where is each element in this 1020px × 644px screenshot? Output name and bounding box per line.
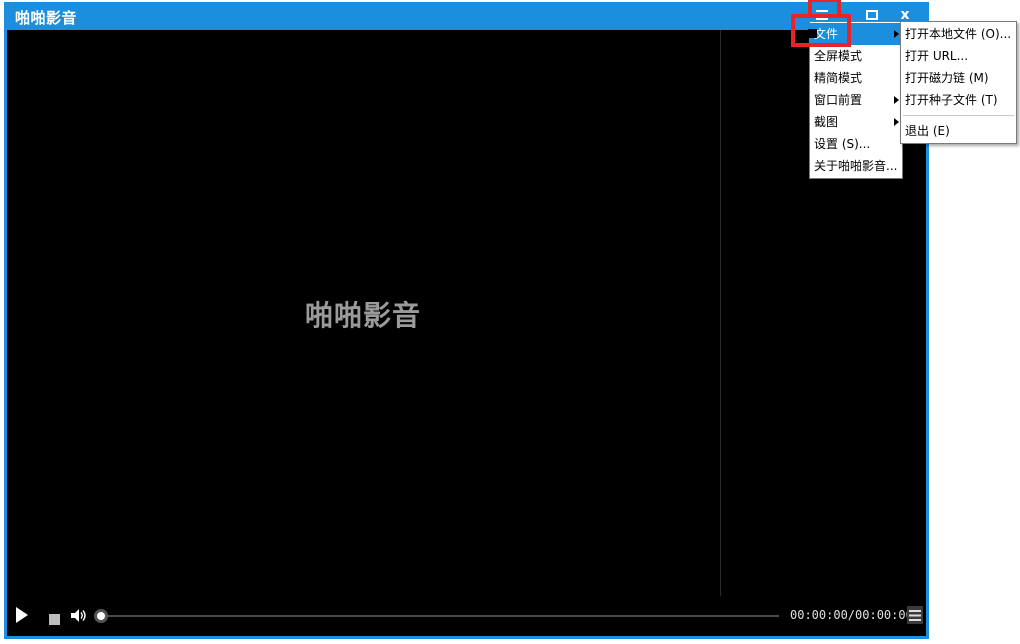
menu-item-settings[interactable]: 设置 (S)...	[810, 133, 902, 155]
app-title: 啪啪影音	[15, 9, 78, 27]
submenu-item-open-magnet[interactable]: 打开磁力链 (M)	[901, 67, 1016, 89]
submenu-item-exit[interactable]: 退出 (E)	[901, 120, 1016, 142]
speaker-icon	[71, 609, 86, 622]
submenu-arrow-icon	[894, 30, 899, 38]
file-submenu: 打开本地文件 (O)... 打开 URL... 打开磁力链 (M) 打开种子文件…	[900, 21, 1017, 144]
playlist-button[interactable]	[907, 606, 923, 624]
submenu-item-open-torrent[interactable]: 打开种子文件 (T)	[901, 89, 1016, 111]
menu-item-window-on-top[interactable]: 窗口前置	[810, 89, 902, 111]
list-icon	[909, 609, 921, 621]
submenu-item-open-local-file[interactable]: 打开本地文件 (O)...	[901, 23, 1016, 45]
highlight-box-file-item	[791, 14, 851, 47]
menu-item-compact-mode[interactable]: 精简模式	[810, 67, 902, 89]
play-button[interactable]	[15, 606, 31, 626]
panel-splitter[interactable]	[720, 30, 721, 596]
time-display: 00:00:00/00:00:00	[790, 608, 913, 622]
stop-icon	[49, 614, 60, 625]
submenu-item-open-url[interactable]: 打开 URL...	[901, 45, 1016, 67]
submenu-arrow-icon	[894, 96, 899, 104]
menu-item-screenshot[interactable]: 截图	[810, 111, 902, 133]
progress-handle[interactable]	[94, 609, 108, 623]
menu-item-fullscreen[interactable]: 全屏模式	[810, 45, 902, 67]
progress-track[interactable]	[103, 615, 779, 617]
stop-button[interactable]	[49, 610, 61, 625]
menu-item-about[interactable]: 关于啪啪影音...	[810, 155, 902, 177]
play-icon	[16, 607, 28, 623]
control-bar: 00:00:00/00:00:00	[7, 596, 926, 636]
menu-separator	[903, 115, 1014, 116]
video-watermark: 啪啪影音	[305, 299, 422, 332]
player-window: 啪啪影音 x 啪啪影音 00:00:00/00:00:00	[4, 2, 929, 639]
volume-button[interactable]	[70, 608, 88, 624]
submenu-arrow-icon	[894, 118, 899, 126]
maximize-icon	[866, 10, 878, 20]
video-area[interactable]: 啪啪影音 00:00:00/00:00:00	[7, 30, 926, 636]
